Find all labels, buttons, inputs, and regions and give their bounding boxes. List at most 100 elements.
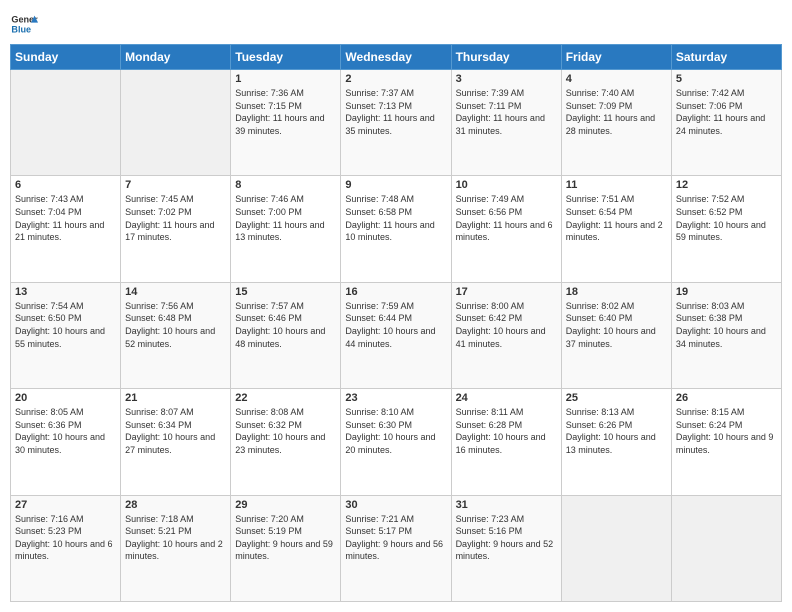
calendar-cell: 5 Sunrise: 7:42 AM Sunset: 7:06 PM Daylig… xyxy=(671,70,781,176)
calendar-cell xyxy=(121,70,231,176)
day-number: 16 xyxy=(345,286,446,298)
calendar-cell: 19Sunrise: 8:03 AM Sunset: 6:38 PM Dayli… xyxy=(671,282,781,388)
day-info: Sunrise: 7:54 AM Sunset: 6:50 PM Dayligh… xyxy=(15,300,116,350)
calendar-cell: 12 Sunrise: 7:52 AM Sunset: 6:52 PM Dayli… xyxy=(671,176,781,282)
day-info: Sunrise: 7:49 AM Sunset: 6:56 PM Dayligh… xyxy=(456,193,557,243)
day-info: Sunrise: 7:42 AM Sunset: 7:06 PM Dayligh… xyxy=(676,87,777,137)
day-number: 31 xyxy=(456,499,557,511)
calendar-cell: 22Sunrise: 8:08 AM Sunset: 6:32 PM Dayli… xyxy=(231,389,341,495)
calendar-cell: 26Sunrise: 8:15 AM Sunset: 6:24 PM Dayli… xyxy=(671,389,781,495)
logo-icon: General Blue xyxy=(10,10,38,38)
day-number: 8 xyxy=(235,179,336,191)
day-info: Sunrise: 7:21 AM Sunset: 5:17 PM Dayligh… xyxy=(345,513,446,563)
calendar-cell: 6 Sunrise: 7:43 AM Sunset: 7:04 PM Daylig… xyxy=(11,176,121,282)
weekday-header: Friday xyxy=(561,45,671,70)
calendar-cell: 17 Sunrise: 8:00 AM Sunset: 6:42 PM Dayli… xyxy=(451,282,561,388)
day-info: Sunrise: 7:57 AM Sunset: 6:46 PM Dayligh… xyxy=(235,300,336,350)
calendar-cell: 9 Sunrise: 7:48 AM Sunset: 6:58 PM Daylig… xyxy=(341,176,451,282)
day-number: 14 xyxy=(125,286,226,298)
calendar-cell: 23 Sunrise: 8:10 AM Sunset: 6:30 PM Dayli… xyxy=(341,389,451,495)
day-number: 11 xyxy=(566,179,667,191)
calendar-cell: 28 Sunrise: 7:18 AM Sunset: 5:21 PM Dayli… xyxy=(121,495,231,601)
day-number: 4 xyxy=(566,73,667,85)
day-info: Sunrise: 7:52 AM Sunset: 6:52 PM Dayligh… xyxy=(676,193,777,243)
calendar-cell: 7 Sunrise: 7:45 AM Sunset: 7:02 PM Daylig… xyxy=(121,176,231,282)
calendar-cell: 25 Sunrise: 8:13 AM Sunset: 6:26 PM Dayli… xyxy=(561,389,671,495)
calendar-cell xyxy=(561,495,671,601)
day-info: Sunrise: 7:37 AM Sunset: 7:13 PM Dayligh… xyxy=(345,87,446,137)
day-info: Sunrise: 7:51 AM Sunset: 6:54 PM Dayligh… xyxy=(566,193,667,243)
weekday-header: Monday xyxy=(121,45,231,70)
calendar-cell: 11 Sunrise: 7:51 AM Sunset: 6:54 PM Dayli… xyxy=(561,176,671,282)
day-number: 25 xyxy=(566,392,667,404)
day-info: Sunrise: 8:02 AM Sunset: 6:40 PM Dayligh… xyxy=(566,300,667,350)
calendar-cell: 16 Sunrise: 7:59 AM Sunset: 6:44 PM Dayli… xyxy=(341,282,451,388)
calendar-cell: 20 Sunrise: 8:05 AM Sunset: 6:36 PM Dayli… xyxy=(11,389,121,495)
day-number: 5 xyxy=(676,73,777,85)
page: General Blue SundayMondayTuesdayWednesda… xyxy=(0,0,792,612)
calendar-cell: 15Sunrise: 7:57 AM Sunset: 6:46 PM Dayli… xyxy=(231,282,341,388)
day-number: 12 xyxy=(676,179,777,191)
day-number: 29 xyxy=(235,499,336,511)
day-info: Sunrise: 7:18 AM Sunset: 5:21 PM Dayligh… xyxy=(125,513,226,563)
header: General Blue xyxy=(10,10,782,38)
calendar-cell: 2 Sunrise: 7:37 AM Sunset: 7:13 PM Daylig… xyxy=(341,70,451,176)
day-info: Sunrise: 7:23 AM Sunset: 5:16 PM Dayligh… xyxy=(456,513,557,563)
weekday-header: Sunday xyxy=(11,45,121,70)
calendar-table: SundayMondayTuesdayWednesdayThursdayFrid… xyxy=(10,44,782,602)
svg-text:Blue: Blue xyxy=(11,24,31,34)
day-number: 17 xyxy=(456,286,557,298)
logo: General Blue xyxy=(10,10,42,38)
weekday-header: Saturday xyxy=(671,45,781,70)
calendar-cell: 3Sunrise: 7:39 AM Sunset: 7:11 PM Daylig… xyxy=(451,70,561,176)
day-number: 9 xyxy=(345,179,446,191)
calendar-cell: 10 Sunrise: 7:49 AM Sunset: 6:56 PM Dayli… xyxy=(451,176,561,282)
calendar-cell: 30 Sunrise: 7:21 AM Sunset: 5:17 PM Dayli… xyxy=(341,495,451,601)
calendar-cell: 27 Sunrise: 7:16 AM Sunset: 5:23 PM Dayli… xyxy=(11,495,121,601)
day-number: 24 xyxy=(456,392,557,404)
day-info: Sunrise: 8:15 AM Sunset: 6:24 PM Dayligh… xyxy=(676,406,777,456)
day-number: 28 xyxy=(125,499,226,511)
day-info: Sunrise: 8:00 AM Sunset: 6:42 PM Dayligh… xyxy=(456,300,557,350)
day-info: Sunrise: 8:03 AM Sunset: 6:38 PM Dayligh… xyxy=(676,300,777,350)
day-number: 18 xyxy=(566,286,667,298)
day-number: 20 xyxy=(15,392,116,404)
day-info: Sunrise: 7:16 AM Sunset: 5:23 PM Dayligh… xyxy=(15,513,116,563)
calendar-cell xyxy=(671,495,781,601)
day-number: 27 xyxy=(15,499,116,511)
day-info: Sunrise: 8:07 AM Sunset: 6:34 PM Dayligh… xyxy=(125,406,226,456)
day-number: 23 xyxy=(345,392,446,404)
day-info: Sunrise: 7:59 AM Sunset: 6:44 PM Dayligh… xyxy=(345,300,446,350)
weekday-header: Tuesday xyxy=(231,45,341,70)
calendar-cell: 14 Sunrise: 7:56 AM Sunset: 6:48 PM Dayli… xyxy=(121,282,231,388)
calendar-cell: 31 Sunrise: 7:23 AM Sunset: 5:16 PM Dayli… xyxy=(451,495,561,601)
weekday-header: Thursday xyxy=(451,45,561,70)
day-number: 13 xyxy=(15,286,116,298)
day-info: Sunrise: 7:48 AM Sunset: 6:58 PM Dayligh… xyxy=(345,193,446,243)
day-info: Sunrise: 7:45 AM Sunset: 7:02 PM Dayligh… xyxy=(125,193,226,243)
day-info: Sunrise: 8:13 AM Sunset: 6:26 PM Dayligh… xyxy=(566,406,667,456)
day-number: 3 xyxy=(456,73,557,85)
day-number: 2 xyxy=(345,73,446,85)
day-number: 6 xyxy=(15,179,116,191)
day-number: 21 xyxy=(125,392,226,404)
day-info: Sunrise: 7:36 AM Sunset: 7:15 PM Dayligh… xyxy=(235,87,336,137)
day-number: 7 xyxy=(125,179,226,191)
calendar-cell: 13 Sunrise: 7:54 AM Sunset: 6:50 PM Dayli… xyxy=(11,282,121,388)
calendar-cell: 4Sunrise: 7:40 AM Sunset: 7:09 PM Daylig… xyxy=(561,70,671,176)
day-info: Sunrise: 8:10 AM Sunset: 6:30 PM Dayligh… xyxy=(345,406,446,456)
day-info: Sunrise: 8:11 AM Sunset: 6:28 PM Dayligh… xyxy=(456,406,557,456)
day-info: Sunrise: 7:56 AM Sunset: 6:48 PM Dayligh… xyxy=(125,300,226,350)
day-info: Sunrise: 7:20 AM Sunset: 5:19 PM Dayligh… xyxy=(235,513,336,563)
day-number: 1 xyxy=(235,73,336,85)
day-info: Sunrise: 7:46 AM Sunset: 7:00 PM Dayligh… xyxy=(235,193,336,243)
day-info: Sunrise: 8:05 AM Sunset: 6:36 PM Dayligh… xyxy=(15,406,116,456)
day-number: 30 xyxy=(345,499,446,511)
calendar-cell: 18 Sunrise: 8:02 AM Sunset: 6:40 PM Dayli… xyxy=(561,282,671,388)
calendar-cell xyxy=(11,70,121,176)
calendar-cell: 21 Sunrise: 8:07 AM Sunset: 6:34 PM Dayli… xyxy=(121,389,231,495)
day-number: 10 xyxy=(456,179,557,191)
day-info: Sunrise: 8:08 AM Sunset: 6:32 PM Dayligh… xyxy=(235,406,336,456)
day-info: Sunrise: 7:43 AM Sunset: 7:04 PM Dayligh… xyxy=(15,193,116,243)
calendar-cell: 1 Sunrise: 7:36 AM Sunset: 7:15 PM Daylig… xyxy=(231,70,341,176)
